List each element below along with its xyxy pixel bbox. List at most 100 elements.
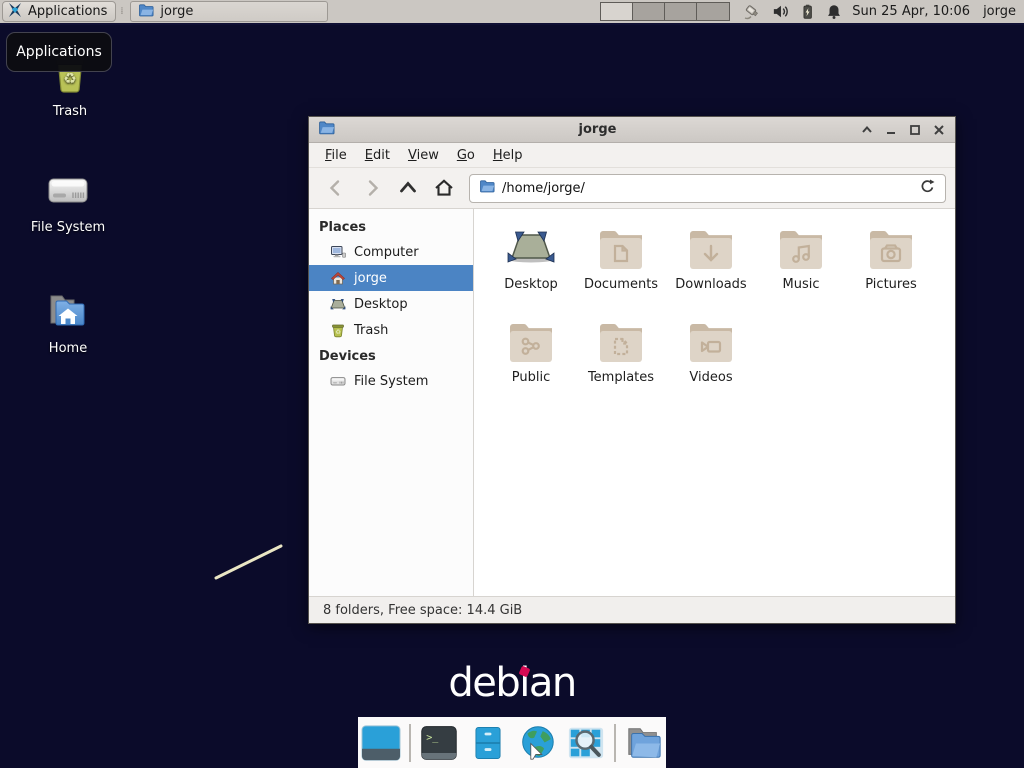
file-manager-launcher[interactable] <box>623 723 665 763</box>
sidebar: Places Computer <box>309 209 474 596</box>
file-item-label: Documents <box>584 277 658 292</box>
file-item-videos[interactable]: Videos <box>666 316 756 385</box>
file-item-label: Videos <box>689 370 732 385</box>
menu-view[interactable]: View <box>399 145 448 166</box>
folder-icon-music <box>776 223 826 273</box>
file-item-label: Pictures <box>865 277 916 292</box>
file-item-label: Public <box>512 370 550 385</box>
dock: >_ <box>358 717 666 768</box>
shade-button[interactable] <box>860 123 874 137</box>
path-folder-icon <box>479 178 495 198</box>
up-button[interactable] <box>390 173 426 203</box>
desktop-icon-label: Trash <box>53 104 87 119</box>
desktop-icon-home[interactable]: Home <box>13 287 123 356</box>
maximize-button[interactable] <box>908 123 922 137</box>
file-item-label: Desktop <box>504 277 558 292</box>
applications-tooltip: Applications <box>6 32 112 72</box>
task-folder-icon <box>138 2 154 22</box>
statusbar: 8 folders, Free space: 14.4 GiB <box>309 596 955 623</box>
menu-go[interactable]: Go <box>448 145 484 166</box>
show-desktop-button[interactable] <box>360 723 402 763</box>
sidebar-item-label: Desktop <box>354 297 408 312</box>
panel-username[interactable]: jorge <box>983 4 1016 19</box>
cursor-artifact <box>210 540 290 589</box>
sidebar-item-label: Trash <box>354 323 388 338</box>
forward-button[interactable] <box>354 173 390 203</box>
window-body: Places Computer <box>309 209 955 596</box>
workspace-4[interactable] <box>697 3 729 20</box>
show-desktop-icon <box>360 724 402 762</box>
sidebar-item-label: Computer <box>354 245 419 260</box>
notification-bell-icon[interactable] <box>825 2 843 21</box>
folder-icon-videos <box>686 316 736 366</box>
clock[interactable]: Sun 25 Apr, 10:06 <box>852 4 970 19</box>
applications-menu-label: Applications <box>28 4 107 19</box>
taskbar-window-button[interactable]: jorge <box>130 1 328 22</box>
desktop-icon <box>330 296 346 312</box>
file-item-public[interactable]: Public <box>486 316 576 385</box>
network-icon[interactable] <box>742 2 762 22</box>
menu-file[interactable]: File <box>316 145 356 166</box>
debian-logo: debian <box>362 660 662 706</box>
system-tray <box>742 2 843 22</box>
desktop-icon-label: File System <box>31 220 105 235</box>
desktop-special-icon <box>505 223 557 273</box>
back-button[interactable] <box>318 173 354 203</box>
titlebar[interactable]: jorge <box>309 117 955 143</box>
path-bar[interactable] <box>469 174 946 203</box>
svg-text:>_: >_ <box>426 732 439 743</box>
desktop: Applications ⁞ jorge <box>0 0 1024 768</box>
file-item-pictures[interactable]: Pictures <box>846 223 936 292</box>
sidebar-item-trash[interactable]: ♻ Trash <box>309 317 473 343</box>
panel-handle[interactable]: ⁞ <box>116 7 126 17</box>
task-button-label: jorge <box>160 4 193 19</box>
app-finder-icon <box>565 724 607 762</box>
sidebar-item-filesystem[interactable]: File System <box>309 368 473 394</box>
file-item-desktop[interactable]: Desktop <box>486 223 576 292</box>
terminal-launcher[interactable]: >_ <box>418 723 460 763</box>
folder-icon-public <box>506 316 556 366</box>
workspace-3[interactable] <box>665 3 697 20</box>
app-finder-launcher[interactable] <box>565 723 607 763</box>
window-controls <box>860 123 946 137</box>
applications-icon <box>7 2 23 22</box>
folder-icon-pictures <box>866 223 916 273</box>
dock-separator <box>614 724 616 762</box>
close-button[interactable] <box>932 123 946 137</box>
globe-browser-icon <box>516 723 558 763</box>
workspace-1[interactable] <box>601 3 633 20</box>
sidebar-header-places: Places <box>309 214 473 239</box>
minimize-button[interactable] <box>884 123 898 137</box>
file-item-downloads[interactable]: Downloads <box>666 223 756 292</box>
file-grid: Desktop Documents <box>474 209 955 596</box>
sidebar-item-computer[interactable]: Computer <box>309 239 473 265</box>
file-item-music[interactable]: Music <box>756 223 846 292</box>
web-browser-launcher[interactable] <box>516 723 558 763</box>
workspace-switcher <box>600 2 730 21</box>
file-cabinet-icon <box>469 724 507 762</box>
statusbar-text: 8 folders, Free space: 14.4 GiB <box>323 603 522 618</box>
home-button[interactable] <box>426 173 462 203</box>
file-item-label: Downloads <box>675 277 746 292</box>
menu-edit[interactable]: Edit <box>356 145 399 166</box>
file-item-documents[interactable]: Documents <box>576 223 666 292</box>
folder-icon-templates <box>596 316 646 366</box>
menu-help[interactable]: Help <box>484 145 532 166</box>
file-item-templates[interactable]: Templates <box>576 316 666 385</box>
reload-icon[interactable] <box>919 178 936 199</box>
file-cabinet-launcher[interactable] <box>467 723 509 763</box>
dock-separator <box>409 724 411 762</box>
file-item-label: Music <box>783 277 820 292</box>
battery-icon[interactable] <box>799 2 816 21</box>
file-item-label: Templates <box>588 370 654 385</box>
sidebar-item-desktop[interactable]: Desktop <box>309 291 473 317</box>
applications-menu-button[interactable]: Applications <box>2 1 116 22</box>
desktop-icon-filesystem[interactable]: File System <box>13 166 123 235</box>
volume-icon[interactable] <box>771 2 790 21</box>
sidebar-item-label: jorge <box>354 271 387 286</box>
home-folder-icon <box>44 287 92 335</box>
sidebar-item-jorge[interactable]: jorge <box>309 265 473 291</box>
toolbar <box>309 168 955 209</box>
workspace-2[interactable] <box>633 3 665 20</box>
path-input[interactable] <box>502 181 912 196</box>
